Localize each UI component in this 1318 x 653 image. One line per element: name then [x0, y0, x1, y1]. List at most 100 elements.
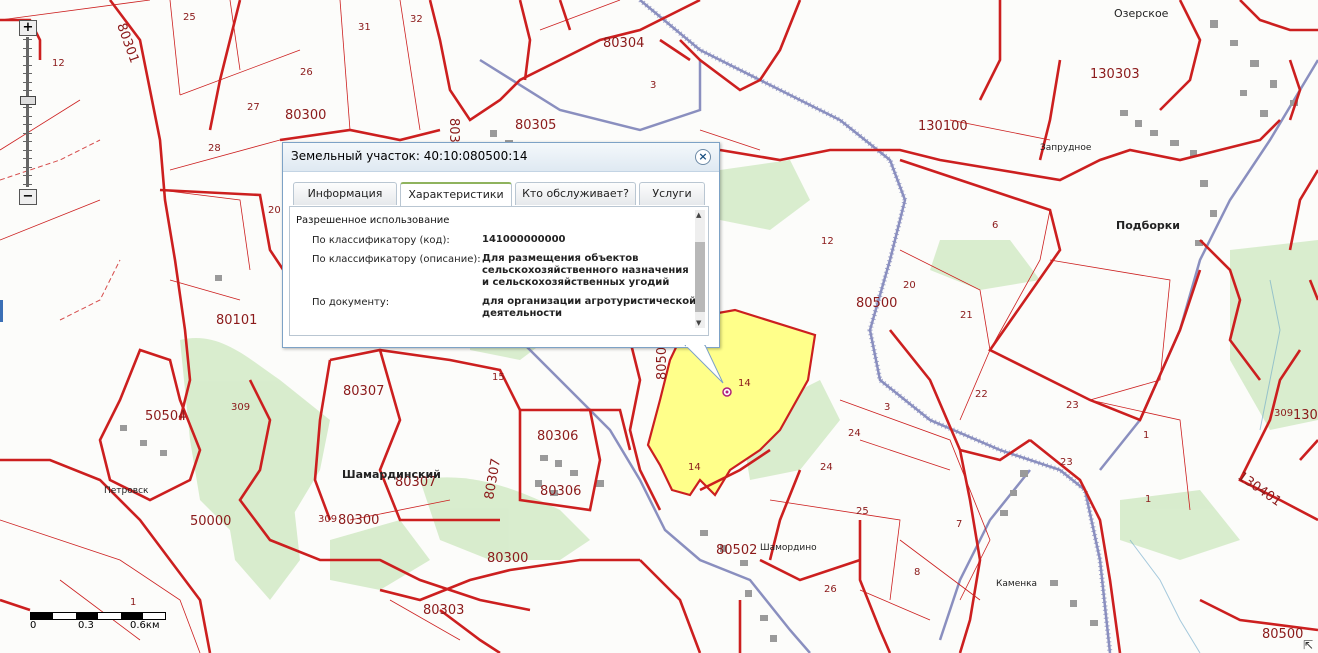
- zoom-tick: [23, 73, 32, 74]
- section-title: Разрешенное использование: [296, 215, 450, 226]
- zoom-tick: [23, 81, 32, 83]
- property-label: По классификатору (код):: [312, 235, 450, 246]
- popup-pointer: [684, 345, 724, 384]
- property-label: По документу:: [312, 297, 390, 308]
- parcel-label: 12: [52, 58, 65, 69]
- parcel-label: 25: [856, 506, 869, 517]
- parcel-label: 20: [268, 205, 281, 216]
- zoom-slider-handle[interactable]: [20, 96, 36, 106]
- parcel-label: 8: [914, 567, 920, 578]
- zoom-tick: [23, 107, 32, 108]
- parcel-label: 50000: [190, 514, 231, 529]
- scale-label-mid: 0.3: [78, 620, 94, 631]
- place-name: Запрудное: [1040, 143, 1092, 153]
- parcel-label: 28: [208, 143, 221, 154]
- property-value-line: деятельности: [482, 308, 563, 319]
- scale-bar: 0 0.3 0.6км: [30, 608, 166, 638]
- parcel-label: 130303: [1090, 67, 1140, 82]
- scale-bar-graphic: [30, 612, 166, 620]
- tab-information[interactable]: Информация: [293, 182, 397, 205]
- zoom-tick: [23, 158, 32, 159]
- zoom-tick: [23, 56, 32, 57]
- parcel-label: 1: [1143, 430, 1149, 441]
- property-value-line: Для размещения объектов: [482, 253, 639, 264]
- parcel-label: 14: [688, 462, 701, 473]
- zoom-tick: [23, 149, 32, 151]
- popup-title: Земельный участок: 40:10:080500:14: [291, 149, 528, 163]
- parcel-label: 3: [650, 80, 656, 91]
- resize-corner-icon[interactable]: ⇱: [1303, 638, 1313, 652]
- parcel-label: 23: [1060, 457, 1073, 468]
- tab-who-serves[interactable]: Кто обслуживает?: [515, 182, 636, 205]
- parcel-label: 15: [492, 372, 505, 383]
- scale-label-max: 0.6км: [130, 620, 160, 631]
- parcel-label: 309: [318, 514, 337, 525]
- zoom-tick: [23, 183, 32, 185]
- property-label: По классификатору (описание):: [312, 254, 481, 265]
- parcel-label: 80305: [515, 118, 556, 133]
- zoom-tick: [23, 124, 32, 125]
- parcel-label: 26: [300, 67, 313, 78]
- place-name: Петровск: [104, 486, 149, 496]
- parcel-label: 6: [992, 220, 998, 231]
- parcel-label: 80306: [537, 429, 578, 444]
- property-value-line: для организации агротуристической: [482, 296, 697, 307]
- side-panel-handle[interactable]: [0, 300, 3, 322]
- parcel-label: 50504: [145, 409, 186, 424]
- property-value-line: сельскохозяйственного назначения: [482, 265, 689, 276]
- property-value: для организации агротуристической деятел…: [482, 296, 697, 320]
- tab-characteristics[interactable]: Характеристики: [400, 182, 512, 207]
- parcel-label: 21: [960, 310, 973, 321]
- parcel-info-popup: Земельный участок: 40:10:080500:14 × Инф…: [282, 142, 720, 348]
- parcel-label: 80502: [716, 543, 757, 558]
- place-name: Озерское: [1114, 7, 1169, 20]
- popup-content: Разрешенное использование По классификат…: [289, 206, 709, 336]
- parcel-label: 80300: [487, 551, 528, 566]
- parcel-label: 80500: [1262, 627, 1303, 642]
- parcel-label: 8050: [655, 347, 670, 380]
- scroll-up-icon[interactable]: ▲: [696, 211, 701, 219]
- zoom-tick: [23, 141, 32, 142]
- zoom-in-button[interactable]: +: [19, 20, 37, 36]
- tab-services[interactable]: Услуги: [639, 182, 705, 205]
- parcel-label: 14: [738, 378, 751, 389]
- parcel-label: 31: [358, 22, 371, 33]
- property-value-line: и сельскохозяйственных угодий: [482, 277, 670, 288]
- zoom-tick: [23, 47, 32, 49]
- close-icon[interactable]: ×: [695, 149, 711, 165]
- place-name: Шамардинский: [342, 468, 441, 481]
- zoom-tick: [23, 132, 32, 134]
- parcel-label: 309: [231, 402, 250, 413]
- scroll-thumb[interactable]: [695, 242, 705, 312]
- parcel-label: 80303: [423, 603, 464, 618]
- parcel-label: 22: [975, 389, 988, 400]
- parcel-label: 26: [824, 584, 837, 595]
- scale-segment: [31, 613, 53, 619]
- popup-header: Земельный участок: 40:10:080500:14 ×: [283, 143, 719, 172]
- parcel-label: 1: [1145, 494, 1151, 505]
- zoom-control[interactable]: + −: [19, 20, 37, 206]
- scale-label-0: 0: [30, 620, 37, 631]
- place-name: Подборки: [1116, 219, 1180, 232]
- parcel-label: 32: [410, 14, 423, 25]
- popup-scrollbar[interactable]: ▲ ▼: [695, 210, 705, 328]
- scroll-down-icon[interactable]: ▼: [696, 319, 701, 327]
- parcel-label: 25: [183, 12, 196, 23]
- property-value: 141000000000: [482, 234, 566, 245]
- parcel-label: 80307: [343, 384, 384, 399]
- parcel-label: 80500: [856, 296, 897, 311]
- zoom-tick: [23, 115, 32, 117]
- zoom-out-button[interactable]: −: [19, 189, 37, 205]
- zoom-slider-track[interactable]: [23, 37, 32, 187]
- parcel-label: 23: [1066, 400, 1079, 411]
- parcel-label: 7: [956, 519, 962, 530]
- parcel-label: 130100: [918, 119, 968, 134]
- parcel-label: 80300: [285, 108, 326, 123]
- zoom-tick: [23, 175, 32, 176]
- place-name: Шамордино: [760, 543, 817, 553]
- parcel-marker-icon[interactable]: [722, 387, 732, 397]
- parcel-label: 803: [446, 118, 461, 143]
- parcel-label: 24: [820, 462, 833, 473]
- zoom-tick: [23, 64, 32, 66]
- parcel-label: 3: [884, 402, 890, 413]
